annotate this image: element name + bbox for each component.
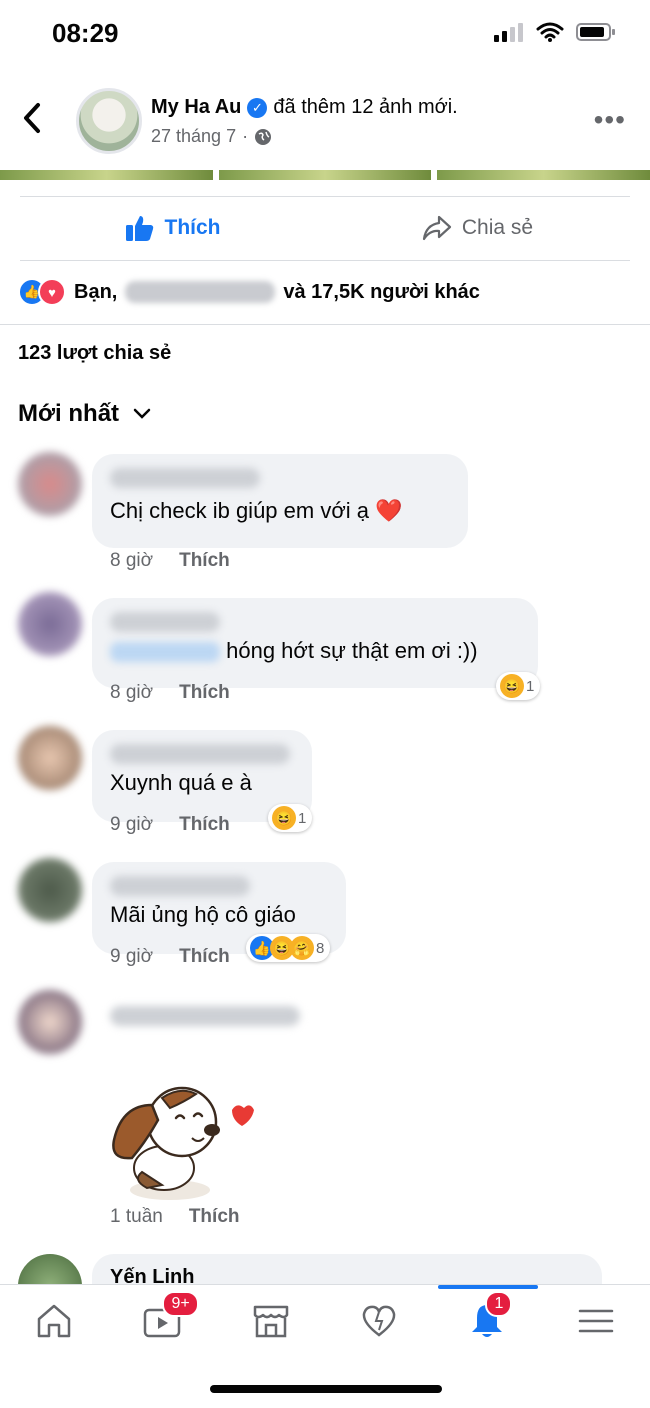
commenter-avatar[interactable] — [18, 452, 82, 516]
battery-icon — [576, 23, 615, 41]
post-date[interactable]: 27 tháng 7 — [151, 126, 236, 147]
nav-notifications[interactable]: 1 — [457, 1291, 517, 1347]
comment-text: hóng hớt sự thật em ơi :)) — [226, 638, 478, 663]
photo-thumb[interactable] — [0, 170, 213, 180]
post-author-line: My Ha Au ✓ đã thêm 12 ảnh mới. — [151, 96, 458, 119]
commenter-name-blurred — [110, 468, 260, 488]
marketplace-icon — [253, 1305, 289, 1338]
sort-dropdown[interactable]: Mới nhất — [18, 400, 151, 428]
author-avatar[interactable] — [76, 88, 142, 154]
like-label: Thích — [164, 216, 221, 239]
commenter-name-blurred — [110, 612, 220, 632]
reaction-count: 1 — [526, 677, 535, 695]
signal-icon — [494, 23, 523, 42]
comment-like-button[interactable]: Thích — [179, 682, 230, 704]
comment-meta: 8 giờ Thích — [110, 550, 230, 572]
share-label: Chia sẻ — [461, 216, 534, 239]
reactions-suffix: và 17,5K người khác — [283, 280, 480, 303]
home-indicator[interactable] — [210, 1385, 442, 1393]
more-options-button[interactable]: ••• — [594, 104, 626, 136]
reaction-icons: 👍 ♥ — [18, 278, 66, 306]
shares-count[interactable]: 123 lượt chia sẻ — [18, 342, 171, 365]
reaction-count: 1 — [298, 809, 307, 827]
comment-meta: 1 tuần Thích — [110, 1206, 240, 1228]
back-button[interactable] — [22, 102, 42, 143]
haha-reaction-icon: 😆 — [500, 674, 524, 698]
meta-separator: · — [242, 126, 249, 146]
menu-icon — [578, 1309, 614, 1333]
reactions-summary[interactable]: 👍 ♥ Bạn, và 17,5K người khác — [18, 278, 480, 306]
comment-reaction-badge[interactable]: 👍 😆 🤗 8 — [246, 934, 331, 962]
comment-reaction-badge[interactable]: 😆 1 — [496, 672, 541, 700]
status-time: 08:29 — [52, 18, 119, 48]
comment-time[interactable]: 9 giờ — [110, 814, 153, 836]
commenter-avatar[interactable] — [18, 726, 82, 790]
commenter-name-blurred — [110, 744, 290, 764]
comment-time[interactable]: 8 giờ — [110, 682, 153, 704]
commenter-name-blurred — [110, 1006, 300, 1026]
globe-icon — [255, 128, 272, 145]
comment-time[interactable]: 1 tuần — [110, 1206, 163, 1228]
share-icon — [422, 215, 451, 241]
comment-like-button[interactable]: Thích — [179, 814, 230, 836]
comment-meta: 9 giờ Thích — [110, 814, 230, 836]
photo-thumb[interactable] — [218, 170, 432, 180]
thumbs-up-icon — [125, 216, 153, 241]
post-actions: Thích Chia sẻ — [20, 196, 630, 260]
heart-icon — [362, 1305, 396, 1337]
comment-meta: 8 giờ Thích — [110, 682, 230, 704]
comment-time[interactable]: 8 giờ — [110, 550, 153, 572]
like-button[interactable]: Thích — [20, 214, 325, 242]
reactions-prefix: Bạn, — [74, 280, 118, 303]
commenter-avatar[interactable] — [18, 592, 82, 656]
share-button[interactable]: Chia sẻ — [325, 215, 630, 241]
comment-time[interactable]: 9 giờ — [110, 946, 153, 968]
wifi-icon — [536, 22, 564, 42]
photo-strip[interactable] — [0, 170, 650, 180]
chevron-left-icon — [24, 103, 40, 133]
home-icon — [37, 1304, 71, 1338]
nav-menu[interactable] — [566, 1295, 626, 1347]
commenter-name-blurred — [110, 876, 250, 896]
divider — [20, 260, 630, 261]
divider — [0, 324, 650, 325]
post-meta: 27 tháng 7 · — [151, 126, 272, 147]
active-tab-indicator — [438, 1285, 538, 1289]
nav-home[interactable] — [24, 1295, 84, 1347]
chevron-down-icon — [133, 408, 151, 419]
haha-reaction-icon: 😆 — [272, 806, 296, 830]
blurred-friend-name — [125, 281, 276, 303]
puppy-sticker[interactable] — [92, 1080, 262, 1205]
nav-items: 9+ 1 — [0, 1291, 650, 1347]
comment-like-button[interactable]: Thích — [179, 550, 230, 572]
nav-watch[interactable]: 9+ — [132, 1291, 199, 1347]
love-reaction-icon: ♥ — [38, 278, 66, 306]
reaction-count: 8 — [316, 939, 325, 957]
verified-badge-icon: ✓ — [247, 97, 268, 118]
post-action-text: đã thêm 12 ảnh mới. — [273, 96, 458, 118]
comment-bubble[interactable]: hóng hớt sự thật em ơi :)) — [92, 598, 538, 688]
comment-text: Chị check ib giúp em với ạ ❤️ — [110, 498, 403, 523]
video-badge: 9+ — [162, 1291, 199, 1317]
commenter-avatar[interactable] — [18, 990, 82, 1054]
comment-reaction-badge[interactable]: 😆 1 — [268, 804, 313, 832]
comment-bubble[interactable]: Chị check ib giúp em với ạ ❤️ — [92, 454, 468, 548]
comment-like-button[interactable]: Thích — [189, 1206, 240, 1228]
photo-thumb[interactable] — [437, 170, 650, 180]
nav-dating[interactable] — [349, 1295, 409, 1347]
comment-like-button[interactable]: Thích — [179, 946, 230, 968]
comment-text-row: hóng hớt sự thật em ơi :)) — [110, 638, 520, 664]
sort-label: Mới nhất — [18, 400, 120, 427]
comment-text: Xuynh quá e à — [110, 770, 252, 795]
comment-text: Mãi ủng hộ cô giáo — [110, 902, 296, 927]
status-icons — [494, 22, 616, 42]
care-reaction-icon: 🤗 — [290, 936, 314, 960]
blurred-mention — [110, 642, 220, 663]
notifications-badge: 1 — [485, 1291, 513, 1317]
author-name[interactable]: My Ha Au — [151, 96, 241, 119]
nav-marketplace[interactable] — [241, 1295, 301, 1347]
commenter-avatar[interactable] — [18, 858, 82, 922]
comment-meta: 9 giờ Thích — [110, 946, 230, 968]
